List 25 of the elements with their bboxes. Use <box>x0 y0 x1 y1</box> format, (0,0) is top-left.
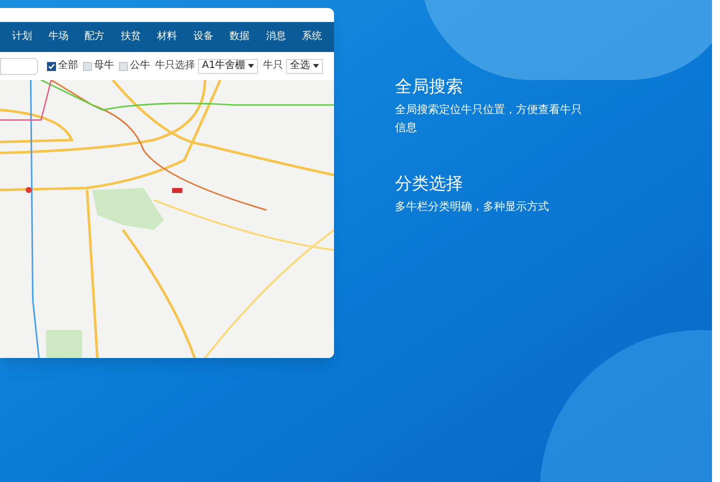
nav-tab[interactable]: 牛场 <box>46 28 70 46</box>
checkbox-label: 母牛 <box>94 61 114 71</box>
feature-description: 全局搜索定位牛只位置，方便查看牛只信息 <box>395 102 583 136</box>
checkbox[interactable] <box>83 62 92 70</box>
checkbox-label: 全部 <box>58 61 78 71</box>
checkbox[interactable] <box>119 62 128 70</box>
nav-tab[interactable]: 系统 <box>300 28 324 46</box>
nav-tab[interactable]: 扶贫 <box>118 28 143 46</box>
search-field[interactable] <box>0 58 38 74</box>
nav-tab[interactable]: 配方 <box>82 28 106 46</box>
dropdown-select[interactable]: A1牛舍棚 <box>198 58 258 74</box>
nav-tab[interactable]: 消息 <box>264 28 288 46</box>
nav-tab[interactable]: 数据 <box>228 28 252 46</box>
select-label: 牛只选择 <box>155 61 195 71</box>
dropdown-select[interactable]: 全选 <box>286 58 324 74</box>
nav-tab[interactable]: 材料 <box>155 28 179 46</box>
nav-tab[interactable]: 计划 <box>10 28 34 46</box>
caret-icon <box>313 64 320 68</box>
feature-title: 全局搜索 <box>395 76 464 98</box>
caret-icon <box>248 64 254 68</box>
feature-description: 多牛栏分类明确，多种显示方式 <box>395 199 550 215</box>
checkbox-label: 公牛 <box>130 61 150 71</box>
nav-tab[interactable]: 设备 <box>191 28 216 46</box>
feature-title: 分类选择 <box>395 173 464 195</box>
select-label: 牛只 <box>263 61 284 71</box>
